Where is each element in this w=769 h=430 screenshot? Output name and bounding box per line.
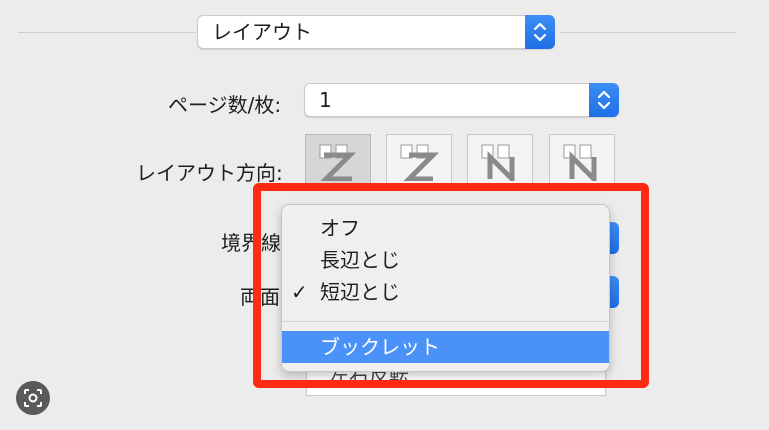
layout-n-tile[interactable] [549,134,615,184]
pages-per-sheet-popup[interactable]: 1 [304,83,619,117]
up-down-chevron-icon [533,22,547,42]
annotation-highlight-box [253,183,649,388]
separator-left [18,32,196,33]
layout-reverse-z-tile[interactable] [386,134,452,184]
lens-button[interactable] [16,381,50,415]
layout-z-icon [319,144,357,181]
section-popup[interactable]: レイアウト [197,15,555,49]
lens-icon [24,389,42,407]
layout-reverse-n-icon [481,144,515,181]
layout-reverse-n-tile[interactable] [467,134,533,184]
section-popup-value: レイアウト [212,20,312,44]
pages-per-sheet-value: 1 [319,88,332,112]
layout-reverse-z-icon [400,144,440,181]
layout-n-icon [563,144,597,181]
pages-per-sheet-label: ページ数/枚: [168,93,282,117]
up-down-chevron-icon [597,90,611,110]
pages-per-sheet-stepper[interactable] [589,83,619,117]
section-popup-stepper[interactable] [525,15,555,49]
separator-right [560,32,736,33]
layout-z-tile[interactable] [305,134,371,184]
layout-direction-label: レイアウト方向: [136,161,283,185]
